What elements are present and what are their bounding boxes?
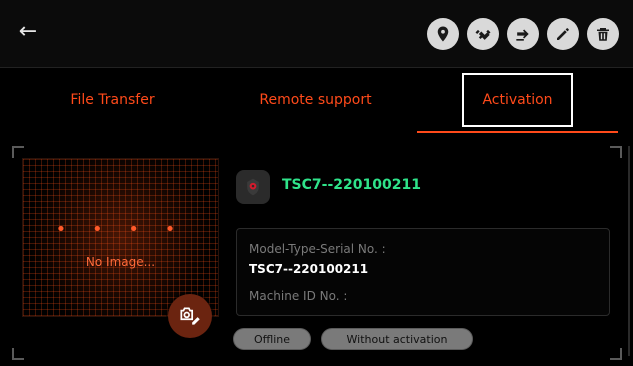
vertical-scrollbar[interactable] <box>628 146 630 356</box>
placeholder-dots: • • • • <box>55 219 186 240</box>
device-name: TSC7--220100211 <box>282 177 421 193</box>
location-button[interactable] <box>427 18 459 50</box>
machine-id-label: Machine ID No. : <box>249 289 348 303</box>
header-actions <box>427 18 619 50</box>
model-type-serial-value: TSC7--220100211 <box>249 262 369 276</box>
tab-focus-box: Activation <box>462 73 573 127</box>
device-panel: • • • • No Image... TSC7--220100211 Mode… <box>12 146 622 360</box>
status-badge-text: Offline <box>253 332 291 346</box>
back-button[interactable]: ← <box>14 18 42 46</box>
pencil-icon <box>557 28 569 40</box>
panel-corner <box>12 348 24 360</box>
panel-corner <box>12 146 24 158</box>
camera-edit-icon <box>180 307 200 325</box>
tab-file-transfer[interactable]: File Transfer <box>0 67 225 133</box>
top-bar: ← <box>0 0 633 68</box>
panel-corner <box>610 146 622 158</box>
status-badge-activation: Without activation <box>321 328 473 350</box>
handshake-icon <box>475 29 491 40</box>
panel-corner <box>610 348 622 360</box>
no-image-text: No Image... <box>85 255 156 269</box>
map-pin-icon <box>437 26 449 42</box>
tab-label: File Transfer <box>70 92 155 108</box>
tab-remote-support[interactable]: Remote support <box>203 67 428 133</box>
shield-gear-icon <box>247 178 259 196</box>
delete-button[interactable] <box>587 18 619 50</box>
trash-icon <box>597 28 609 41</box>
hand-transfer-icon <box>516 29 529 41</box>
transfer-button[interactable] <box>507 18 539 50</box>
tab-label: Activation <box>482 92 553 108</box>
device-info-box: Model-Type-Serial No. : TSC7--220100211 … <box>236 228 610 316</box>
edit-button[interactable] <box>547 18 579 50</box>
edit-image-button[interactable] <box>168 294 212 338</box>
status-badge-offline: Offline <box>233 328 311 350</box>
status-badge-text: Without activation <box>346 332 448 346</box>
arrow-left-icon: ← <box>18 19 38 44</box>
tab-activation[interactable]: Activation <box>417 67 618 133</box>
device-type-icon <box>236 170 270 204</box>
active-tab-indicator <box>417 131 618 133</box>
tab-bar: File Transfer Remote support Activation <box>0 67 633 133</box>
handshake-button[interactable] <box>467 18 499 50</box>
tab-label: Remote support <box>259 92 372 108</box>
model-type-serial-label: Model-Type-Serial No. : <box>249 242 386 256</box>
